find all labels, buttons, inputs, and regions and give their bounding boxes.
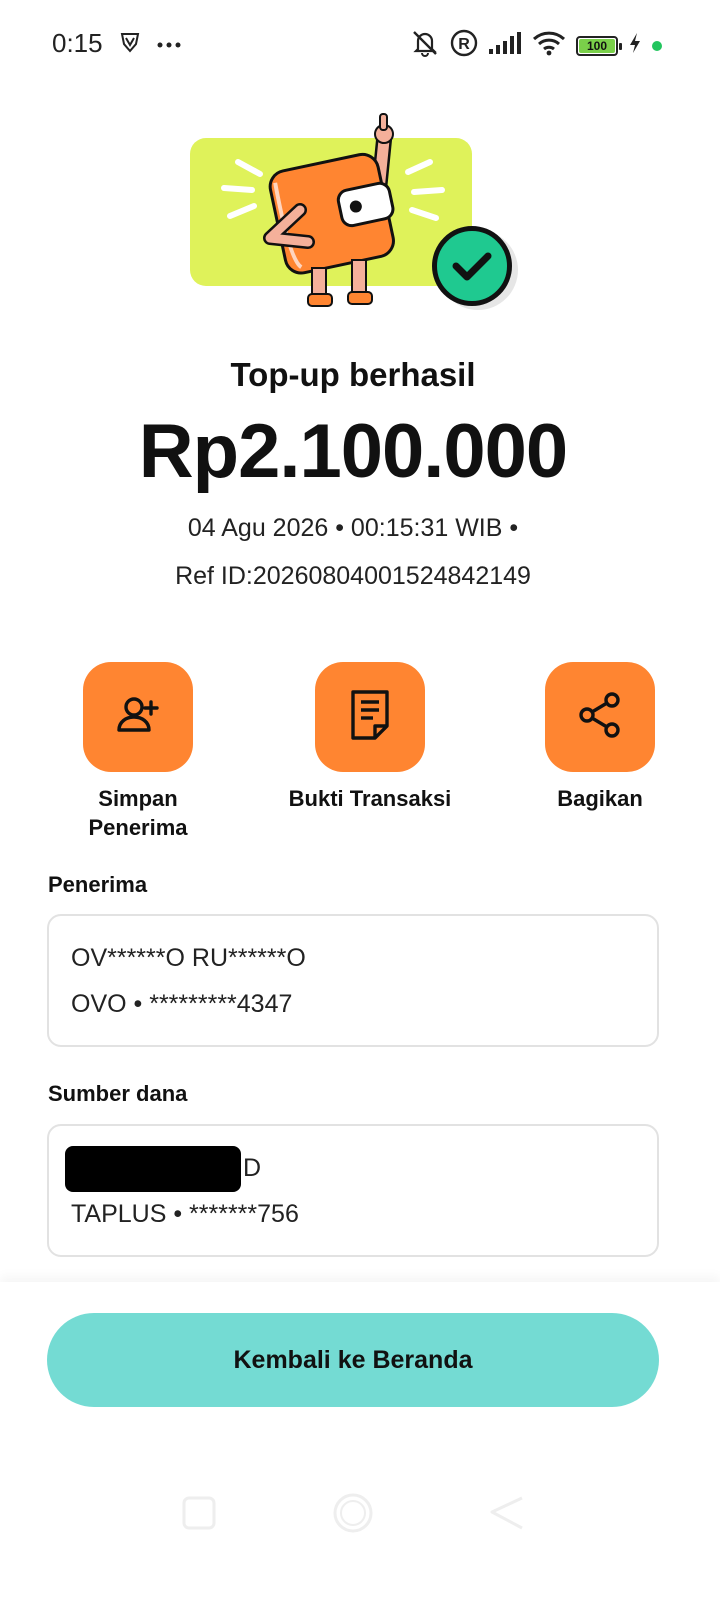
mute-bell-icon <box>410 28 440 63</box>
share-icon <box>574 689 626 746</box>
privacy-indicator-dot <box>652 40 662 51</box>
recipient-name: OV******O RU******O <box>71 944 306 972</box>
save-recipient-button[interactable] <box>83 662 193 772</box>
wifi-icon <box>532 30 566 61</box>
success-check-icon <box>432 226 512 306</box>
add-user-icon <box>113 690 163 745</box>
back-to-home-button[interactable]: Kembali ke Beranda <box>47 1313 659 1407</box>
status-time: 0:15 <box>52 28 103 58</box>
vpn-shield-icon <box>118 30 142 59</box>
system-nav-bar <box>0 1480 720 1550</box>
svg-text:R: R <box>458 36 470 53</box>
redacted-name-block <box>65 1146 241 1192</box>
home-nav-icon[interactable] <box>332 1492 374 1539</box>
status-left-icons <box>118 30 182 59</box>
save-recipient-label: Simpan Penerima <box>88 786 188 840</box>
signal-icon <box>488 31 522 60</box>
transaction-datetime: 04 Agu 2026 • 00:15:31 WIB • <box>187 514 519 542</box>
battery-level: 100 <box>586 38 608 53</box>
recipient-section-label: Penerima <box>48 872 148 897</box>
battery-indicator: 100 <box>576 35 622 56</box>
source-card: D TAPLUS • *******756 <box>47 1124 659 1257</box>
status-right-icons: R 100 <box>410 28 662 63</box>
recent-apps-icon[interactable] <box>182 1496 216 1535</box>
source-name-suffix: D <box>243 1154 262 1182</box>
status-title: Top-up berhasil <box>230 356 476 393</box>
share-action[interactable]: Bagikan <box>510 662 690 813</box>
receipt-action[interactable]: Bukti Transaksi <box>280 662 460 813</box>
source-section-label: Sumber dana <box>48 1081 188 1106</box>
registered-icon: R <box>450 29 478 62</box>
reference-id: Ref ID:20260804001524842149 <box>175 562 531 590</box>
save-recipient-action[interactable]: Simpan Penerima <box>48 662 228 842</box>
transaction-success-screen: 0:15 R 100 Top-up berhasil Rp2.100.000 0… <box>0 0 720 1600</box>
recipient-account: OVO • *********4347 <box>71 990 293 1018</box>
transaction-amount: Rp2.100.000 <box>138 409 568 494</box>
share-button[interactable] <box>545 662 655 772</box>
source-account: TAPLUS • *******756 <box>71 1200 299 1228</box>
receipt-icon <box>345 688 395 747</box>
success-illustration <box>190 110 520 310</box>
status-bar: 0:15 R 100 <box>0 0 720 88</box>
more-dots-icon <box>156 36 182 54</box>
wallet-character-icon <box>221 113 445 307</box>
receipt-button[interactable] <box>315 662 425 772</box>
recipient-card: OV******O RU******O OVO • *********4347 <box>47 914 659 1047</box>
back-nav-icon[interactable] <box>490 1496 524 1535</box>
receipt-label: Bukti Transaksi <box>288 786 452 811</box>
charging-bolt-icon <box>628 32 642 59</box>
share-label: Bagikan <box>557 786 643 811</box>
